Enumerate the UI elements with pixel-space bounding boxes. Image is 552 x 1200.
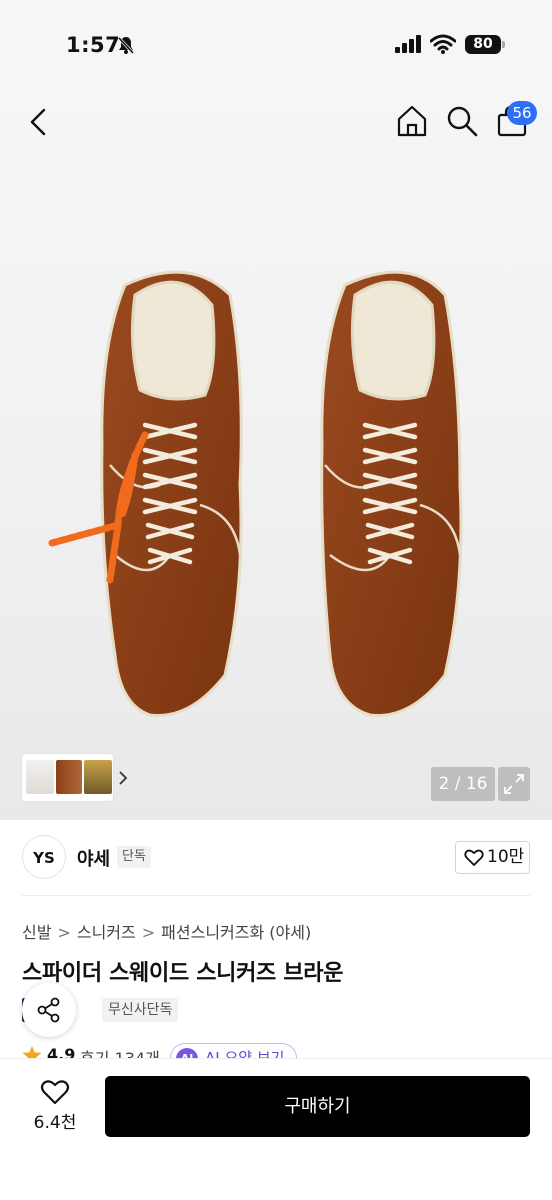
heart-outline-icon	[464, 849, 484, 866]
brand-like-button[interactable]: 10만	[455, 841, 530, 874]
wishlist-count: 6.4천	[33, 1113, 77, 1133]
product-title: 스파이더 스웨이드 스니커즈 브라운	[22, 961, 344, 986]
wifi-icon	[430, 34, 456, 54]
home-icon[interactable]	[393, 102, 431, 140]
tag-musinsa-exclusive: 무신사단독	[102, 998, 179, 1022]
buy-button[interactable]: 구매하기	[105, 1076, 530, 1137]
battery-indicator: 80	[465, 35, 501, 54]
right-sneaker	[320, 270, 463, 717]
product-photo-sneakers	[48, 270, 463, 717]
chevron-right-icon[interactable]	[116, 768, 130, 788]
thumbnail-3[interactable]	[84, 760, 112, 794]
breadcrumb-separator: >	[57, 923, 71, 942]
expand-button[interactable]	[498, 767, 530, 801]
share-button[interactable]	[22, 983, 76, 1037]
status-bar: 1:57 80	[0, 0, 552, 90]
product-image-hero[interactable]: 1:57 80 56 2 / 16	[0, 0, 552, 820]
left-sneaker	[48, 270, 243, 717]
wishlist-heart-icon[interactable]	[40, 1079, 70, 1106]
breadcrumb-item-sneakers[interactable]: 스니커즈	[77, 923, 136, 942]
back-arrow-icon[interactable]	[22, 104, 58, 140]
breadcrumb-item-shoes[interactable]: 신발	[22, 923, 51, 942]
share-icon	[37, 997, 60, 1023]
breadcrumb: 신발 > 스니커즈 > 패션스니커즈화 (야세)	[22, 919, 311, 943]
thumbnail-2[interactable]	[56, 760, 82, 794]
expand-icon	[504, 774, 524, 794]
gallery-page-counter: 2 / 16	[431, 767, 495, 801]
cart-count-badge: 56	[507, 101, 537, 125]
status-time: 1:57	[66, 33, 121, 57]
battery-tip	[502, 41, 505, 48]
brand-name[interactable]: 야세	[77, 845, 110, 871]
divider	[22, 895, 530, 896]
breadcrumb-separator: >	[141, 923, 156, 942]
search-icon[interactable]	[443, 102, 481, 140]
breadcrumb-item-fashion-sneakers[interactable]: 패션스니커즈화 (야세)	[161, 923, 311, 942]
brand-logo-text: YS	[33, 849, 55, 867]
cellular-signal-icon	[395, 35, 421, 53]
silent-bell-icon	[117, 36, 135, 55]
gallery-thumbnail-strip[interactable]	[22, 754, 128, 801]
brand-logo[interactable]: YS	[22, 835, 66, 879]
brand-exclusive-badge: 단독	[117, 846, 151, 868]
brand-like-count: 10만	[487, 847, 525, 867]
thumbnail-1[interactable]	[26, 760, 54, 794]
